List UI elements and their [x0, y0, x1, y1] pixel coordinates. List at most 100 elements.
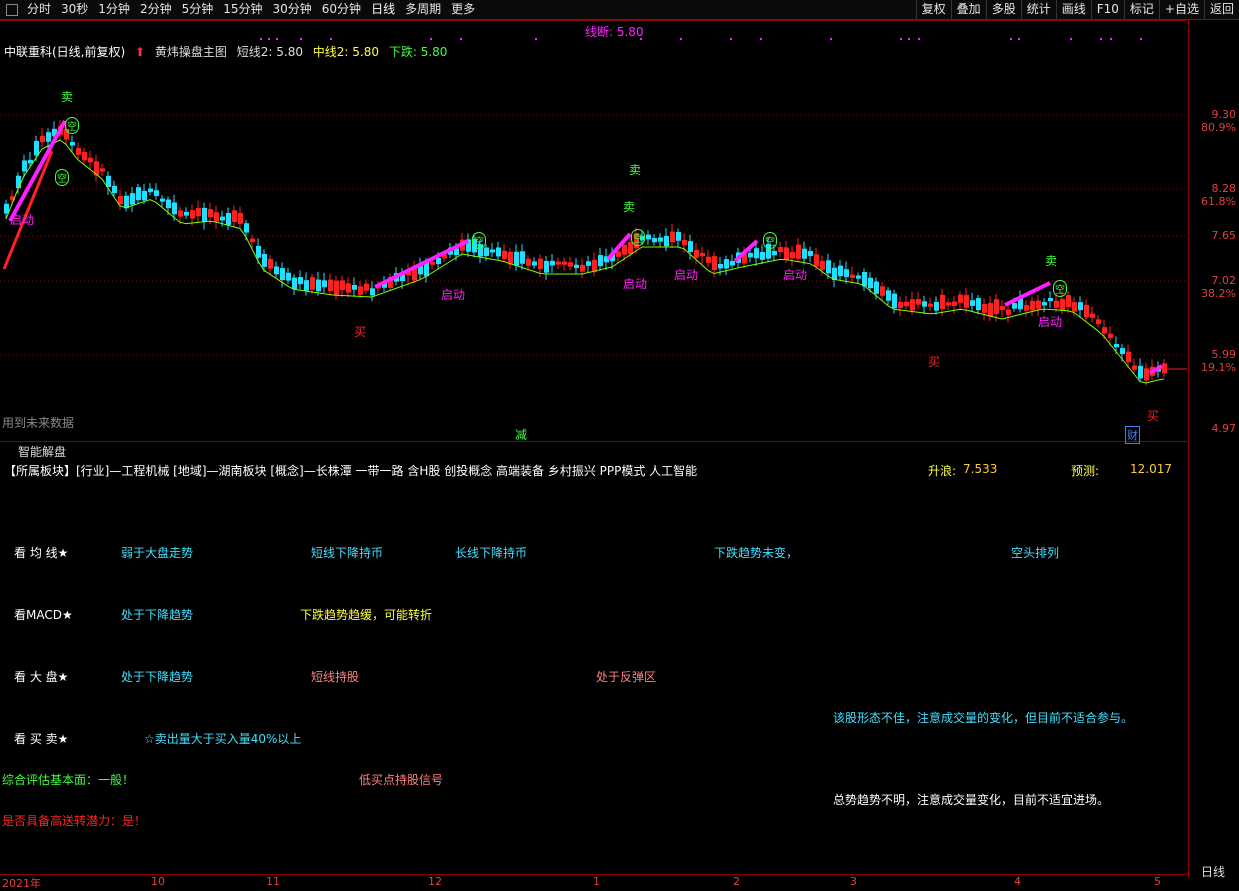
- price-axis: 9.30 80.9% 8.28 61.8% 7.65 7.02 38.2% 5.…: [1188, 20, 1239, 879]
- high-transfer-potential: 是否具备高送转潜力：是！: [2, 814, 147, 828]
- candle: [778, 247, 783, 253]
- candle: [1036, 300, 1041, 309]
- empty-marker: 空: [65, 117, 79, 134]
- overlay-button[interactable]: 叠加: [950, 0, 986, 19]
- candle: [814, 254, 819, 267]
- candle: [976, 298, 981, 311]
- price-tick: 9.30: [1211, 108, 1237, 121]
- period-tab-7[interactable]: 60分钟: [317, 0, 366, 19]
- candle: [1120, 348, 1125, 355]
- back-button[interactable]: 返回: [1203, 0, 1239, 19]
- period-tab-3[interactable]: 2分钟: [135, 0, 177, 19]
- candle: [1132, 365, 1137, 370]
- candle: [802, 248, 807, 259]
- candle: [130, 193, 135, 205]
- candle: [280, 268, 285, 281]
- candle: [82, 152, 87, 161]
- candle: [1042, 302, 1047, 306]
- candle: [916, 299, 921, 305]
- price-tick: 8.28: [1211, 182, 1237, 195]
- candle: [1114, 344, 1119, 348]
- restore-rights-button[interactable]: 复权: [915, 0, 951, 19]
- market-row-c3: 处于反弹区: [596, 670, 657, 684]
- signal-dot: [908, 38, 910, 40]
- smart-analysis-panel: 智能解盘 【所属板块】[行业]—工程机械 [地域]—湖南板块 [概念]—长株潭 …: [0, 441, 1187, 874]
- ma-row-c4: 下跌趋势未变，: [714, 546, 799, 560]
- signal-dot: [1110, 38, 1112, 40]
- candle: [352, 285, 357, 290]
- kline-chart[interactable]: 中联重科(日线,前复权) ⬆ 黄炜操盘主图 短线2: 5.80 中线2: 5.8…: [0, 20, 1187, 444]
- signal-dot: [900, 38, 902, 40]
- signal-dot: [1100, 38, 1102, 40]
- period-tab-more[interactable]: 更多: [446, 0, 480, 19]
- period-tab-2[interactable]: 1分钟: [93, 0, 135, 19]
- period-tab-daily[interactable]: 日线: [366, 0, 400, 19]
- candle: [430, 261, 435, 265]
- candle: [112, 185, 117, 194]
- candle: [232, 210, 237, 223]
- signal-dot: [300, 38, 302, 40]
- macd-row-c2: 下跌趋势趋缓，可能转折: [300, 608, 433, 622]
- f10-button[interactable]: F10: [1090, 0, 1124, 19]
- analysis-note-1: 该股形态不佳，注意成交量的变化，但目前不适合参与。: [833, 711, 1134, 725]
- analysis-note-2: 总势趋势不明，注意成交量变化，目前不适宜进场。: [833, 793, 1110, 807]
- candle: [730, 260, 735, 266]
- down-label: 下跌: 5.80: [388, 45, 448, 59]
- price-tick: 5.99: [1211, 348, 1237, 361]
- empty-marker: 空: [55, 169, 69, 186]
- candle: [748, 252, 753, 258]
- candle: [346, 283, 351, 293]
- draw-line-button[interactable]: 画线: [1055, 0, 1091, 19]
- layout-toggle-icon[interactable]: [6, 3, 18, 16]
- candle: [304, 280, 309, 291]
- candle: [502, 250, 507, 259]
- candle: [70, 142, 75, 146]
- candle: [856, 275, 861, 279]
- period-tab-1[interactable]: 30秒: [56, 0, 93, 19]
- candle: [964, 294, 969, 308]
- period-tab-multi[interactable]: 多周期: [400, 0, 446, 19]
- candle: [952, 301, 957, 306]
- forecast-label: 预测:: [1071, 464, 1100, 478]
- candle: [220, 216, 225, 221]
- period-tab-4[interactable]: 5分钟: [177, 0, 219, 19]
- candle: [544, 260, 549, 273]
- candle: [1054, 300, 1059, 308]
- short-line-label: 短线2: 5.80: [236, 45, 303, 59]
- candle: [652, 237, 657, 243]
- candle: [532, 261, 537, 266]
- start-marker: 启动: [783, 268, 808, 282]
- start-marker: 启动: [10, 213, 35, 227]
- candle: [1024, 305, 1029, 311]
- candle: [508, 251, 513, 265]
- pct-tick: 80.9%: [1201, 121, 1236, 134]
- candle: [796, 244, 801, 259]
- candle: [370, 288, 375, 296]
- break-label: 线断: 5.80: [585, 25, 644, 39]
- candle: [580, 264, 585, 272]
- sell-marker: 卖: [623, 200, 636, 214]
- candle: [988, 303, 993, 317]
- candle: [820, 260, 825, 270]
- candle: [100, 168, 105, 172]
- add-watchlist-button[interactable]: +自选: [1158, 0, 1204, 19]
- pct-tick: 61.8%: [1201, 195, 1236, 208]
- period-tab-6[interactable]: 30分钟: [268, 0, 317, 19]
- candle: [706, 256, 711, 263]
- period-tab-0[interactable]: 分时: [22, 0, 56, 19]
- indicator-name[interactable]: 黄炜操盘主图: [155, 45, 227, 59]
- signal-dot: [730, 38, 732, 40]
- signal-dot: [330, 38, 332, 40]
- price-tick: 4.97: [1211, 422, 1237, 435]
- candle: [16, 175, 21, 189]
- signal-dot: [680, 38, 682, 40]
- candle: [904, 301, 909, 307]
- stats-button[interactable]: 统计: [1020, 0, 1056, 19]
- candle: [298, 277, 303, 285]
- multi-stock-button[interactable]: 多股: [985, 0, 1021, 19]
- period-tab-5[interactable]: 15分钟: [218, 0, 267, 19]
- candle: [712, 256, 717, 271]
- signal-dot: [268, 38, 270, 40]
- market-row-label: 看 大 盘★: [14, 670, 69, 684]
- mark-button[interactable]: 标记: [1123, 0, 1159, 19]
